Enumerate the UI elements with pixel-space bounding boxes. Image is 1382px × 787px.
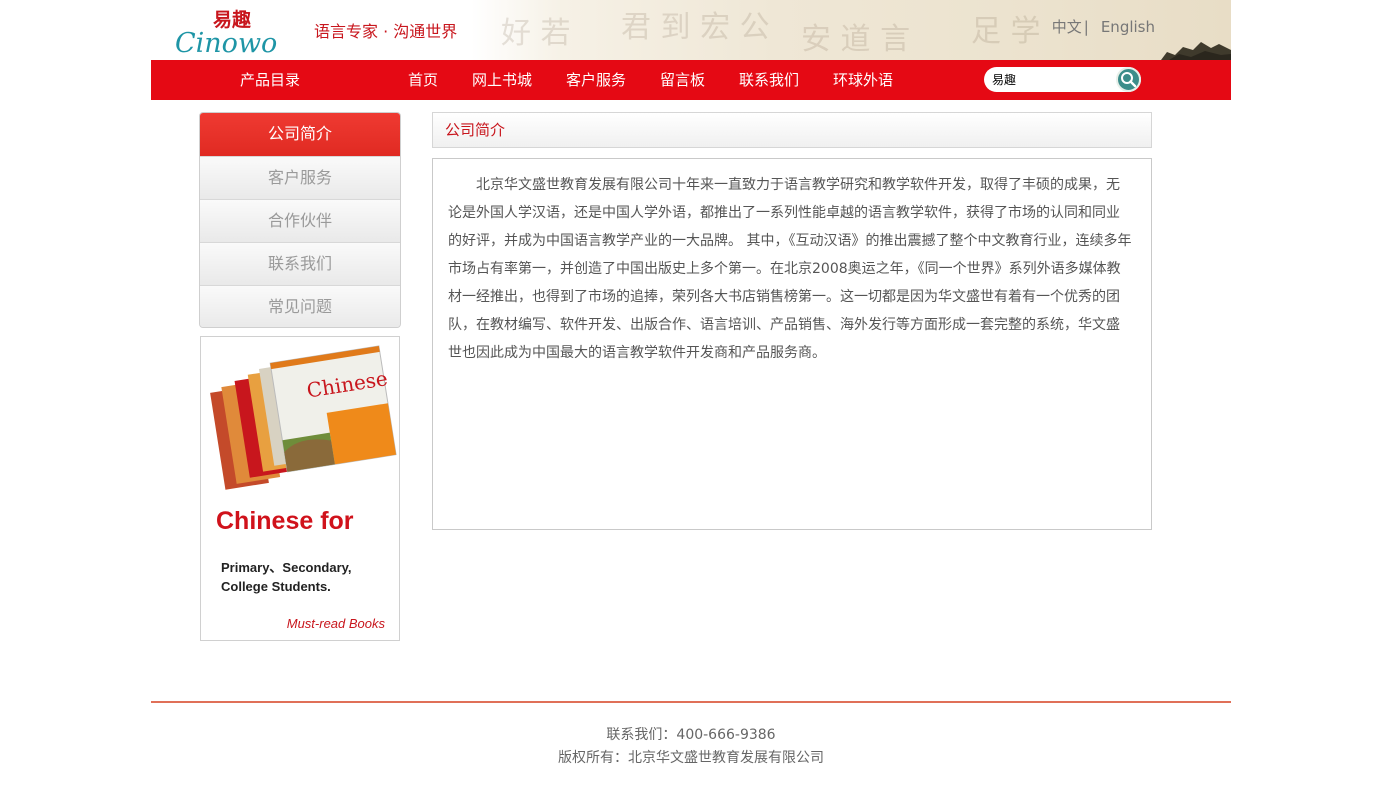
sidebar-item-partners[interactable]: 合作伙伴 — [200, 199, 400, 242]
site-slogan: 语言专家 · 沟通世界 — [314, 22, 458, 41]
nav-home[interactable]: 首页 — [408, 60, 438, 100]
footer-divider — [151, 701, 1231, 703]
language-switcher: 中文 | English — [1052, 16, 1155, 37]
nav-contact-us[interactable]: 联系我们 — [739, 60, 799, 100]
nav-global-languages[interactable]: 环球外语 — [833, 60, 893, 100]
section-title: 公司简介 — [445, 121, 506, 139]
page: 好 若 君 到 宏 公 安 道 言 足 学 易趣 Cinowo 语言专家 · 沟… — [0, 0, 1382, 787]
content-panel: 北京华文盛世教育发展有限公司十年来一直致力于语言教学研究和教学软件开发，取得了丰… — [432, 158, 1152, 530]
pine-tree-icon — [1161, 42, 1231, 60]
site-header: 好 若 君 到 宏 公 安 道 言 足 学 易趣 Cinowo 语言专家 · 沟… — [151, 0, 1231, 60]
svg-text:Cinowo: Cinowo — [175, 28, 277, 56]
promo-must-read: Must-read Books — [286, 616, 385, 631]
search-icon — [1121, 72, 1137, 88]
nav-customer-service[interactable]: 客户服务 — [566, 60, 626, 100]
promo-subtitle-line2: College Students. — [221, 579, 331, 594]
search-input[interactable] — [992, 70, 1110, 89]
main-nav: 产品目录 首页 网上书城 客户服务 留言板 联系我们 环球外语 — [151, 60, 1231, 100]
lang-chinese-link[interactable]: 中文 — [1052, 18, 1082, 36]
lang-english-link[interactable]: English — [1101, 18, 1155, 36]
section-heading-bar: 公司简介 — [432, 112, 1152, 148]
promo-title: Chinese for — [216, 507, 354, 535]
book-stack-illustration: Chinese — [210, 345, 397, 490]
promo-subtitle-line1: Primary、Secondary, — [221, 560, 352, 575]
search-button[interactable] — [1116, 67, 1141, 92]
footer-copyright: 版权所有：北京华文盛世教育发展有限公司 — [558, 750, 824, 766]
logo-graphic: 易趣 Cinowo — [175, 8, 277, 59]
sidebar-item-faq[interactable]: 常见问题 — [200, 285, 400, 327]
footer-contact: 联系我们：400-666-9386 — [606, 727, 776, 743]
sidebar-item-company-profile[interactable]: 公司简介 — [200, 113, 400, 156]
search-box — [984, 67, 1141, 92]
site-logo[interactable]: 易趣 Cinowo — [173, 8, 293, 59]
company-intro-text: 北京华文盛世教育发展有限公司十年来一直致力于语言教学研究和教学软件开发，取得了丰… — [448, 177, 1132, 361]
nav-product-catalog[interactable]: 产品目录 — [240, 60, 300, 100]
sidebar-item-customer-service[interactable]: 客户服务 — [200, 156, 400, 199]
lang-separator: | — [1083, 18, 1089, 36]
sidebar-item-contact-us[interactable]: 联系我们 — [200, 242, 400, 285]
sidebar-menu: 公司简介 客户服务 合作伙伴 联系我们 常见问题 — [199, 112, 401, 328]
nav-online-bookstore[interactable]: 网上书城 — [472, 60, 532, 100]
promo-banner[interactable]: Chinese Chinese for Primary、Secondary, C… — [200, 336, 400, 641]
nav-message-board[interactable]: 留言板 — [660, 60, 705, 100]
